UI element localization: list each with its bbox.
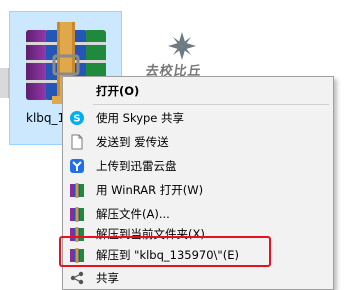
menu-item-extract-to-folder[interactable]: 解压到 "klbq_135970\"(E) bbox=[65, 244, 329, 266]
menu-item-label: 共享 bbox=[96, 271, 119, 285]
winrar-icon bbox=[70, 183, 84, 198]
menu-item-label: 解压到 "klbq_135970\"(E) bbox=[96, 248, 239, 262]
winrar-icon bbox=[70, 248, 84, 263]
menu-item-send-to[interactable]: 发送到 爱传送 bbox=[65, 131, 329, 153]
context-menu: 打开(O) S 使用 Skype 共享 发送到 爱传送 上传到迅雷云盘 用 Wi… bbox=[62, 76, 334, 290]
svg-text:S: S bbox=[73, 114, 80, 125]
menu-item-label: 上传到迅雷云盘 bbox=[96, 159, 177, 173]
menu-item-label: 用 WinRAR 打开(W) bbox=[96, 183, 204, 197]
menu-separator bbox=[93, 104, 329, 105]
skype-icon: S bbox=[70, 111, 84, 125]
menu-item-label: 发送到 爱传送 bbox=[96, 135, 169, 149]
file-name-label: klbq_135970 bbox=[26, 111, 66, 125]
menu-item-label: 解压文件(A)... bbox=[96, 207, 170, 221]
share-icon bbox=[70, 271, 84, 285]
menu-item-share[interactable]: 共享 bbox=[65, 267, 329, 289]
xunlei-icon bbox=[70, 159, 84, 173]
winrar-icon bbox=[70, 207, 84, 222]
menu-item-open-with-winrar[interactable]: 用 WinRAR 打开(W) bbox=[65, 179, 329, 201]
menu-item-label: 解压到当前文件夹(X) bbox=[96, 227, 205, 241]
menu-item-extract-files[interactable]: 解压文件(A)... bbox=[65, 203, 329, 225]
menu-item-label: 使用 Skype 共享 bbox=[96, 111, 185, 125]
adjacent-file-edge[interactable] bbox=[0, 68, 9, 98]
menu-item-skype-share[interactable]: S 使用 Skype 共享 bbox=[65, 107, 329, 129]
menu-item-open[interactable]: 打开(O) bbox=[65, 80, 329, 102]
menu-item-upload-xunlei[interactable]: 上传到迅雷云盘 bbox=[65, 155, 329, 177]
document-icon bbox=[71, 134, 83, 150]
winrar-icon bbox=[70, 227, 84, 242]
menu-item-label: 打开(O) bbox=[96, 84, 140, 98]
menu-item-extract-here[interactable]: 解压到当前文件夹(X) bbox=[65, 223, 329, 245]
